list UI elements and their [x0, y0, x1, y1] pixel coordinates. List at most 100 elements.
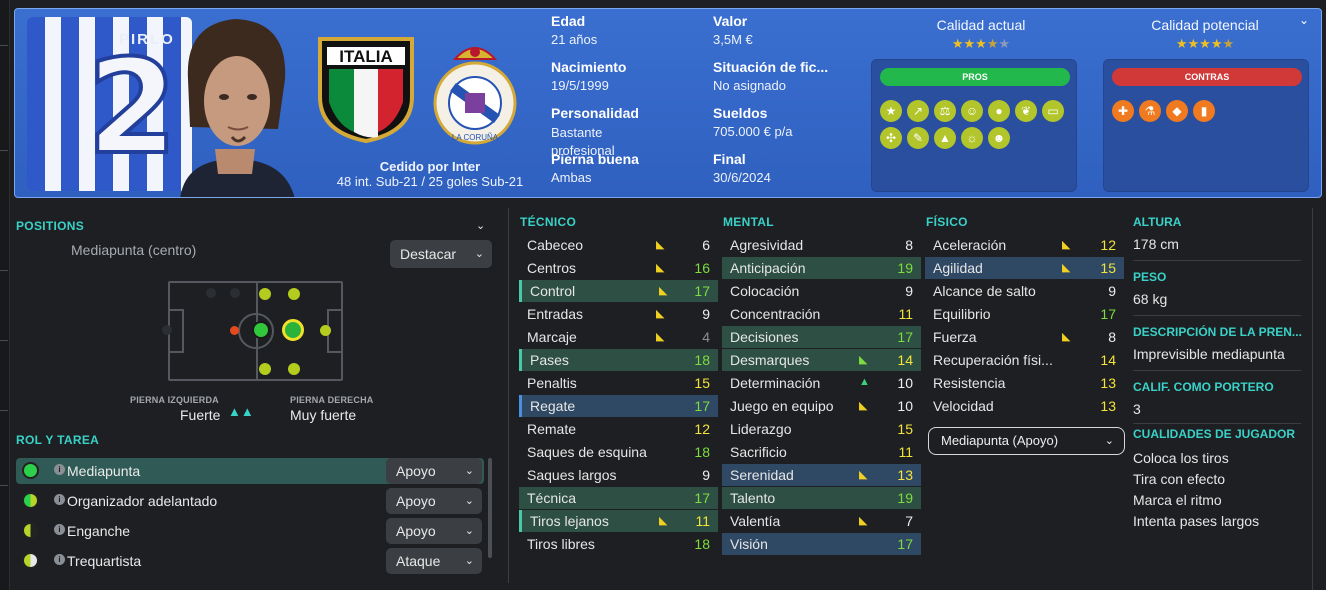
national-team-crest: ITALIA: [318, 37, 414, 143]
nation-badge-text: ITALIA: [339, 47, 393, 66]
attribute-name: Serenidad: [730, 467, 794, 483]
duty-dropdown[interactable]: Apoyo ⌄: [386, 518, 482, 544]
attribute-row: Resistencia 13: [925, 372, 1124, 394]
cone-icon: ▲: [934, 127, 956, 149]
role-highlight-dropdown[interactable]: Mediapunta (Apoyo) ⌄: [928, 427, 1125, 455]
attribute-name: Técnica: [527, 490, 577, 506]
player-trait: Coloca los tiros: [1133, 450, 1229, 466]
attribute-value: 8: [1108, 329, 1116, 345]
duty-dropdown[interactable]: Apoyo ⌄: [386, 458, 482, 484]
player-trait: Tira con efecto: [1133, 471, 1226, 487]
right-panel-edge: [1312, 208, 1326, 590]
contract-end-value: 30/6/2024: [713, 170, 771, 185]
attribute-row: Regate 17: [519, 395, 718, 417]
role-row[interactable]: i Enganche Apoyo ⌄: [16, 518, 484, 544]
attribute-row: Tiros lejanos ◣ 11: [519, 510, 718, 532]
attribute-row: Determinación ▲ 10: [722, 372, 921, 394]
crosses-icon: ✣: [880, 127, 902, 149]
attribute-name: Control: [530, 283, 576, 299]
right-foot-value: Muy fuerte: [290, 407, 357, 423]
age-block: Edad 21 años: [551, 13, 597, 47]
info-icon[interactable]: i: [54, 554, 65, 565]
chevron-down-icon: ⌄: [464, 555, 474, 567]
current-ability-label: Calidad actual: [936, 17, 1026, 33]
attribute-value: 13: [1100, 398, 1116, 414]
foot-value: Ambas: [551, 170, 592, 185]
mental-title: MENTAL: [723, 215, 774, 229]
attribute-value: 17: [897, 536, 913, 552]
injury-icon: ✚: [1112, 100, 1134, 122]
attribute-name: Cabeceo: [527, 237, 584, 253]
loan-info: Cedido por Inter 48 int. Sub-21 / 25 gol…: [305, 159, 555, 189]
attribute-row: Técnica 17: [519, 487, 718, 509]
attribute-name: Fuerza: [933, 329, 977, 345]
duty-dropdown[interactable]: Ataque ⌄: [386, 548, 482, 574]
role-row[interactable]: i Organizador adelantado Apoyo ⌄: [16, 488, 484, 514]
positions-title: POSITIONS: [16, 219, 85, 233]
attribute-row: Concentración 11: [722, 303, 921, 325]
role-row[interactable]: i Trequartista Ataque ⌄: [16, 548, 484, 574]
attribute-name: Saques de esquina: [527, 444, 647, 460]
attribute-row: Serenidad ◣ 13: [722, 464, 921, 486]
age-label: Edad: [551, 13, 586, 29]
role-suitability-icon: [22, 552, 39, 569]
pitch-icon: ▭: [1042, 100, 1064, 122]
foot-label: Pierna buena: [551, 151, 639, 167]
attribute-row: Control ◣ 17: [519, 280, 718, 302]
role-name: Organizador adelantado: [67, 493, 218, 509]
left-foot-label: PIERNA IZQUIERDA: [130, 395, 219, 405]
role-highlight-label: Mediapunta (Apoyo): [941, 433, 1059, 448]
status-value: No asignado: [713, 78, 786, 93]
chevron-down-icon: ⌄: [464, 495, 474, 507]
attribute-name: Valentía: [730, 513, 781, 529]
attribute-row: Alcance de salto 9: [925, 280, 1124, 302]
arrow-icon: ◣: [656, 331, 665, 343]
attribute-value: 7: [905, 513, 913, 529]
info-icon[interactable]: i: [54, 464, 65, 475]
attribute-row: Sacrificio 11: [722, 441, 921, 463]
attribute-name: Alcance de salto: [933, 283, 1036, 299]
attribute-name: Pases: [530, 352, 569, 368]
height-label: ALTURA: [1133, 215, 1182, 229]
attribute-value: 6: [702, 237, 710, 253]
attribute-name: Sacrificio: [730, 444, 787, 460]
highlight-dropdown[interactable]: Destacar ⌄: [390, 240, 492, 268]
attribute-value: 18: [694, 444, 710, 460]
weight-value: 68 kg: [1133, 291, 1168, 307]
duty-dropdown[interactable]: Apoyo ⌄: [386, 488, 482, 514]
press-description-label: DESCRIPCIÓN DE LA PREN...: [1133, 325, 1302, 339]
attribute-row: Marcaje ◣ 4: [519, 326, 718, 348]
attribute-row: Pases 18: [519, 349, 718, 371]
attribute-value: 9: [702, 306, 710, 322]
role-name: Mediapunta: [67, 463, 141, 479]
attribute-name: Liderazgo: [730, 421, 792, 437]
attribute-value: 17: [1100, 306, 1116, 322]
attribute-row: Entradas ◣ 9: [519, 303, 718, 325]
chevron-down-icon: ⌄: [464, 525, 474, 537]
position-name: Mediapunta (centro): [71, 242, 197, 258]
press-description-value: Imprevisible mediapunta: [1133, 346, 1285, 362]
attribute-value: 11: [898, 306, 913, 322]
info-icon[interactable]: i: [54, 494, 65, 505]
positions-collapse-icon[interactable]: ⌄: [476, 219, 485, 232]
attribute-row: Cabeceo ◣ 6: [519, 234, 718, 256]
collapse-header-icon[interactable]: ⌄: [1299, 13, 1309, 27]
position-dot: [252, 321, 270, 339]
role-row[interactable]: i Mediapunta Apoyo ⌄: [16, 458, 484, 484]
star-icon: ★: [1210, 36, 1223, 51]
info-icon[interactable]: i: [54, 524, 65, 535]
duty-label: Apoyo: [396, 463, 436, 479]
roles-scrollbar[interactable]: [488, 458, 492, 558]
position-dot: [162, 325, 172, 335]
star-icon: ★: [951, 36, 964, 51]
arrow-icon: ◣: [1062, 239, 1071, 251]
arrow-icon: ◣: [859, 469, 868, 481]
cards-icon: ▮: [1193, 100, 1215, 122]
attribute-value: 19: [897, 490, 913, 506]
value-block: Valor 3,5M €: [713, 13, 753, 47]
attribute-name: Concentración: [730, 306, 821, 322]
value-amount: 3,5M €: [713, 32, 753, 47]
arrow-icon: ◣: [1062, 331, 1071, 343]
duty-label: Apoyo: [396, 523, 436, 539]
attribute-value: 9: [1108, 283, 1116, 299]
